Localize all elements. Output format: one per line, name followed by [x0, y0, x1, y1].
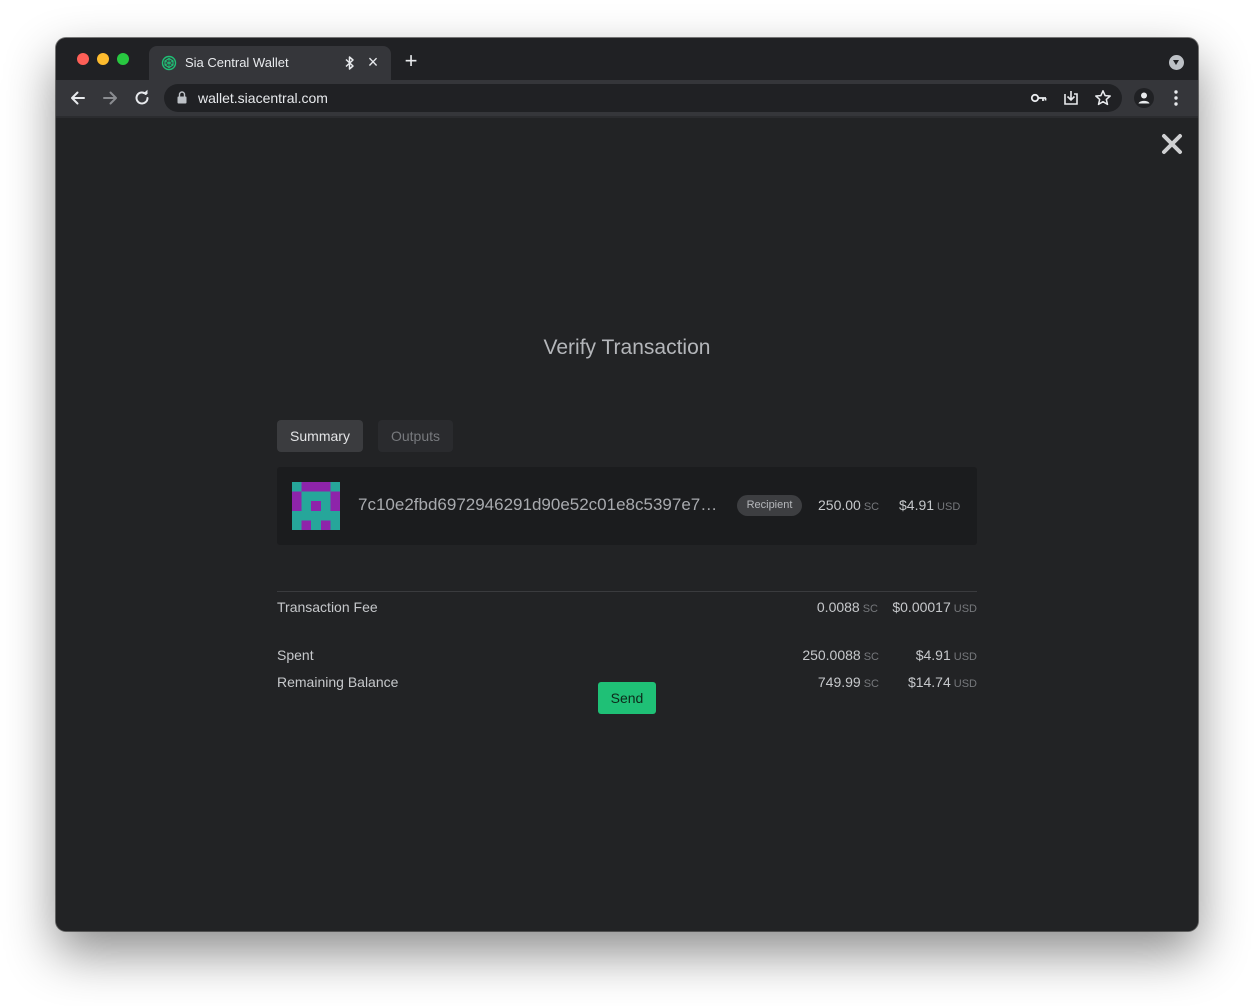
minimize-window-button[interactable]: [97, 53, 109, 65]
menu-icon[interactable]: [1166, 88, 1186, 108]
spent-usd: $4.91 USD: [916, 647, 977, 663]
page-title: Verify Transaction: [543, 336, 711, 359]
tab-outputs[interactable]: Outputs: [378, 420, 453, 452]
recipient-badge: Recipient: [737, 495, 802, 516]
recipient-amount-usd: $4.91 USD: [899, 497, 960, 513]
key-icon[interactable]: [1030, 89, 1048, 107]
unit-usd: USD: [953, 678, 977, 690]
profile-icon[interactable]: [1134, 88, 1154, 108]
browser-tab[interactable]: Sia Central Wallet ×: [149, 46, 391, 80]
page-content: Verify Transaction Summary Outputs 7c10e…: [56, 118, 1198, 931]
unit-sc: SC: [863, 678, 879, 690]
unit-usd: USD: [953, 603, 977, 615]
fee-label: Transaction Fee: [277, 599, 378, 615]
tab-strip: Sia Central Wallet × +: [56, 38, 1198, 80]
recipient-row: 7c10e2fbd6972946291d90e52c01e8c5397e7… R…: [277, 467, 977, 545]
remaining-sc: 749.99 SC: [818, 674, 879, 690]
recipient-amount-usd-value: $4.91: [899, 497, 935, 513]
install-icon[interactable]: [1062, 89, 1080, 107]
unit-sc: SC: [863, 651, 879, 663]
back-arrow-icon[interactable]: [68, 88, 88, 108]
reload-icon[interactable]: [132, 88, 152, 108]
url-text: wallet.siacentral.com: [198, 90, 328, 106]
sia-favicon-icon: [161, 55, 177, 71]
unit-usd: USD: [937, 501, 961, 513]
send-button[interactable]: Send: [598, 682, 656, 714]
fee-sc: 0.0088 SC: [817, 599, 878, 615]
close-window-button[interactable]: [77, 53, 89, 65]
spent-sc-value: 250.0088: [802, 647, 861, 663]
new-tab-button[interactable]: +: [400, 50, 422, 72]
remaining-usd: $14.74 USD: [908, 674, 977, 690]
spent-usd-value: $4.91: [915, 647, 951, 663]
unit-sc: SC: [862, 603, 878, 615]
spent-sc: 250.0088 SC: [802, 647, 879, 663]
fee-usd: $0.00017 USD: [892, 599, 977, 615]
remaining-usd-value: $14.74: [907, 674, 951, 690]
tab-title: Sia Central Wallet: [185, 55, 289, 70]
tab-summary[interactable]: Summary: [277, 420, 363, 452]
spent-label: Spent: [277, 647, 314, 663]
unit-usd: USD: [953, 651, 977, 663]
remaining-label: Remaining Balance: [277, 674, 399, 690]
star-icon[interactable]: [1094, 89, 1112, 107]
lock-icon: [177, 91, 187, 104]
forward-arrow-icon[interactable]: [100, 88, 120, 108]
recipient-amount-sc: 250.00 SC: [818, 497, 879, 513]
recipient-address: 7c10e2fbd6972946291d90e52c01e8c5397e7…: [358, 495, 718, 514]
tab-search-icon[interactable]: [1169, 55, 1184, 70]
close-icon[interactable]: [1160, 132, 1184, 156]
summary-divider: [277, 591, 977, 592]
fee-usd-value: $0.00017: [892, 599, 951, 615]
browser-window: Sia Central Wallet × + wallet.siacentral…: [56, 38, 1198, 931]
remaining-sc-value: 749.99: [817, 674, 861, 690]
fee-sc-value: 0.0088: [816, 599, 860, 615]
unit-sc: SC: [863, 501, 880, 513]
bluetooth-icon: [345, 56, 354, 70]
close-tab-icon[interactable]: ×: [363, 52, 383, 72]
maximize-window-button[interactable]: [117, 53, 129, 65]
recipient-amount-sc-value: 250.00: [818, 497, 861, 513]
browser-toolbar: wallet.siacentral.com: [56, 80, 1198, 116]
address-identicon: [292, 482, 340, 530]
address-bar[interactable]: wallet.siacentral.com: [164, 84, 1122, 112]
